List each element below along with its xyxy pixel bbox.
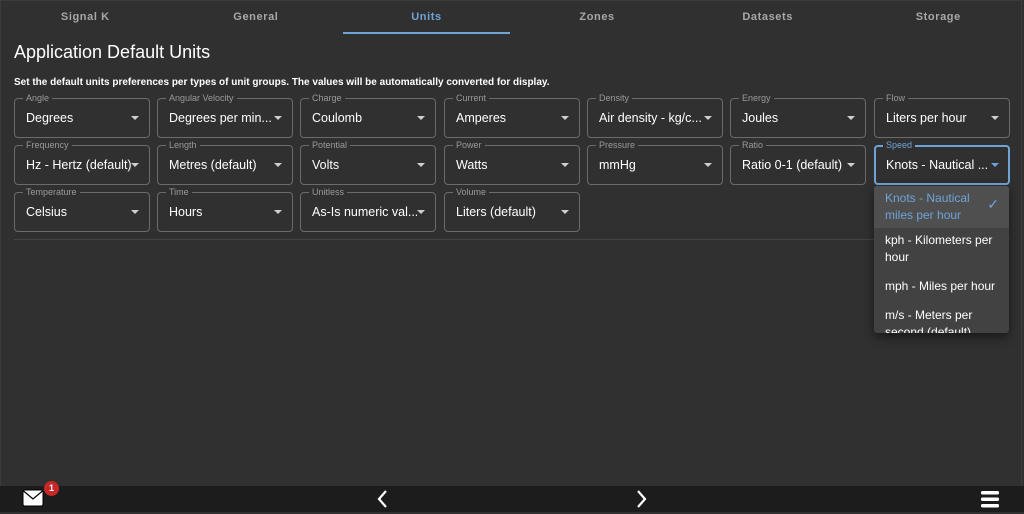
dropdown-caret-icon bbox=[131, 163, 139, 167]
speed-option-ms[interactable]: m/s - Meters per second (default) bbox=[874, 303, 1009, 333]
dropdown-caret-icon bbox=[847, 116, 855, 120]
option-label: kph - Kilometers per hour bbox=[885, 233, 993, 264]
field-label: Angular Velocity bbox=[166, 92, 237, 104]
field-label: Flow bbox=[883, 92, 909, 104]
field-value: Coulomb bbox=[312, 111, 363, 125]
dropdown-caret-icon bbox=[274, 163, 282, 167]
field-label: Charge bbox=[309, 92, 345, 104]
field-value: Volts bbox=[312, 158, 340, 172]
density-select[interactable]: Density Air density - kg/c... bbox=[587, 92, 723, 138]
dropdown-caret-icon bbox=[274, 210, 282, 214]
field-value: Amperes bbox=[456, 111, 507, 125]
field-value: Hours bbox=[169, 205, 203, 219]
frequency-select[interactable]: Frequency Hz - Hertz (default) bbox=[14, 139, 150, 185]
chevron-right-icon[interactable] bbox=[634, 489, 648, 509]
volume-select[interactable]: Volume Liters (default) bbox=[444, 186, 580, 232]
tab-datasets[interactable]: Datasets bbox=[682, 0, 853, 34]
dropdown-caret-icon bbox=[704, 163, 712, 167]
field-label: Frequency bbox=[23, 139, 72, 151]
field-label: Time bbox=[166, 186, 192, 198]
mail-icon[interactable] bbox=[22, 489, 44, 507]
field-value: Ratio 0-1 (default) bbox=[742, 158, 843, 172]
field-value: Hz - Hertz (default) bbox=[26, 158, 131, 172]
field-label: Power bbox=[453, 139, 485, 151]
field-label: Length bbox=[166, 139, 200, 151]
field-label: Unitless bbox=[309, 186, 348, 198]
dropdown-caret-icon bbox=[561, 163, 569, 167]
tab-units[interactable]: Units bbox=[341, 0, 512, 34]
field-label: Density bbox=[596, 92, 633, 104]
dropdown-caret-icon bbox=[704, 116, 712, 120]
field-value: Knots - Nautical ... bbox=[886, 158, 989, 172]
dropdown-caret-icon bbox=[131, 210, 139, 214]
time-select[interactable]: Time Hours bbox=[157, 186, 293, 232]
tab-zones[interactable]: Zones bbox=[512, 0, 683, 34]
potential-select[interactable]: Potential Volts bbox=[300, 139, 436, 185]
field-value: Liters (default) bbox=[456, 205, 536, 219]
dropdown-caret-icon bbox=[847, 163, 855, 167]
pressure-select[interactable]: Pressure mmHg bbox=[587, 139, 723, 185]
speed-select[interactable]: Speed Knots - Nautical ... bbox=[874, 139, 1010, 185]
power-select[interactable]: Power Watts bbox=[444, 139, 580, 185]
ratio-select[interactable]: Ratio Ratio 0-1 (default) bbox=[730, 139, 866, 185]
field-value: Degrees per min... bbox=[169, 111, 272, 125]
field-label: Pressure bbox=[596, 139, 639, 151]
field-value: As-Is numeric val... bbox=[312, 205, 417, 219]
field-label: Potential bbox=[309, 139, 351, 151]
bottom-toolbar bbox=[0, 486, 1024, 512]
unitless-select[interactable]: Unitless As-Is numeric val... bbox=[300, 186, 436, 232]
charge-select[interactable]: Charge Coulomb bbox=[300, 92, 436, 138]
field-value: Metres (default) bbox=[169, 158, 257, 172]
tab-storage[interactable]: Storage bbox=[853, 0, 1024, 34]
chevron-left-icon[interactable] bbox=[376, 489, 390, 509]
dropdown-caret-icon bbox=[417, 116, 425, 120]
page-title: Application Default Units bbox=[14, 42, 211, 62]
field-label: Angle bbox=[23, 92, 53, 104]
section-divider bbox=[14, 239, 1010, 240]
length-select[interactable]: Length Metres (default) bbox=[157, 139, 293, 185]
dropdown-caret-icon bbox=[991, 163, 999, 167]
speed-option-knots[interactable]: Knots - Nautical miles per hour ✓ bbox=[874, 186, 1009, 228]
tab-general[interactable]: General bbox=[171, 0, 342, 34]
dropdown-caret-icon bbox=[131, 116, 139, 120]
angular-velocity-select[interactable]: Angular Velocity Degrees per min... bbox=[157, 92, 293, 138]
dropdown-caret-icon bbox=[417, 163, 425, 167]
field-value: Degrees bbox=[26, 111, 74, 125]
field-value: Celsius bbox=[26, 205, 67, 219]
tab-signal-k[interactable]: Signal K bbox=[0, 0, 171, 34]
dropdown-caret-icon bbox=[991, 116, 999, 120]
current-select[interactable]: Current Amperes bbox=[444, 92, 580, 138]
option-label: Knots - Nautical miles per hour bbox=[885, 191, 970, 222]
speed-option-kph[interactable]: kph - Kilometers per hour bbox=[874, 228, 1009, 270]
check-icon: ✓ bbox=[987, 196, 999, 212]
field-value: Air density - kg/c... bbox=[599, 111, 702, 125]
option-label: m/s - Meters per second (default) bbox=[885, 308, 973, 333]
field-value: Liters per hour bbox=[886, 111, 967, 125]
dropdown-caret-icon bbox=[274, 116, 282, 120]
notification-badge: 1 bbox=[44, 481, 59, 496]
menu-icon[interactable] bbox=[980, 489, 1000, 509]
dropdown-caret-icon bbox=[417, 210, 425, 214]
option-label: mph - Miles per hour bbox=[885, 279, 996, 293]
field-label: Speed bbox=[883, 139, 916, 151]
settings-tabs: Signal K General Units Zones Datasets St… bbox=[0, 0, 1024, 34]
field-label: Temperature bbox=[23, 186, 80, 198]
energy-select[interactable]: Energy Joules bbox=[730, 92, 866, 138]
field-label: Volume bbox=[453, 186, 490, 198]
field-value: Watts bbox=[456, 158, 488, 172]
temperature-select[interactable]: Temperature Celsius bbox=[14, 186, 150, 232]
field-label: Ratio bbox=[739, 139, 767, 151]
page-description: Set the default units preferences per ty… bbox=[14, 77, 550, 88]
dropdown-caret-icon bbox=[561, 116, 569, 120]
field-value: mmHg bbox=[599, 158, 636, 172]
field-label: Current bbox=[453, 92, 490, 104]
field-label: Energy bbox=[739, 92, 774, 104]
speed-dropdown-menu: Knots - Nautical miles per hour ✓ kph - … bbox=[874, 186, 1009, 333]
dropdown-caret-icon bbox=[561, 210, 569, 214]
speed-option-mph[interactable]: mph - Miles per hour bbox=[874, 270, 1009, 303]
field-value: Joules bbox=[742, 111, 779, 125]
angle-select[interactable]: Angle Degrees bbox=[14, 92, 150, 138]
flow-select[interactable]: Flow Liters per hour bbox=[874, 92, 1010, 138]
